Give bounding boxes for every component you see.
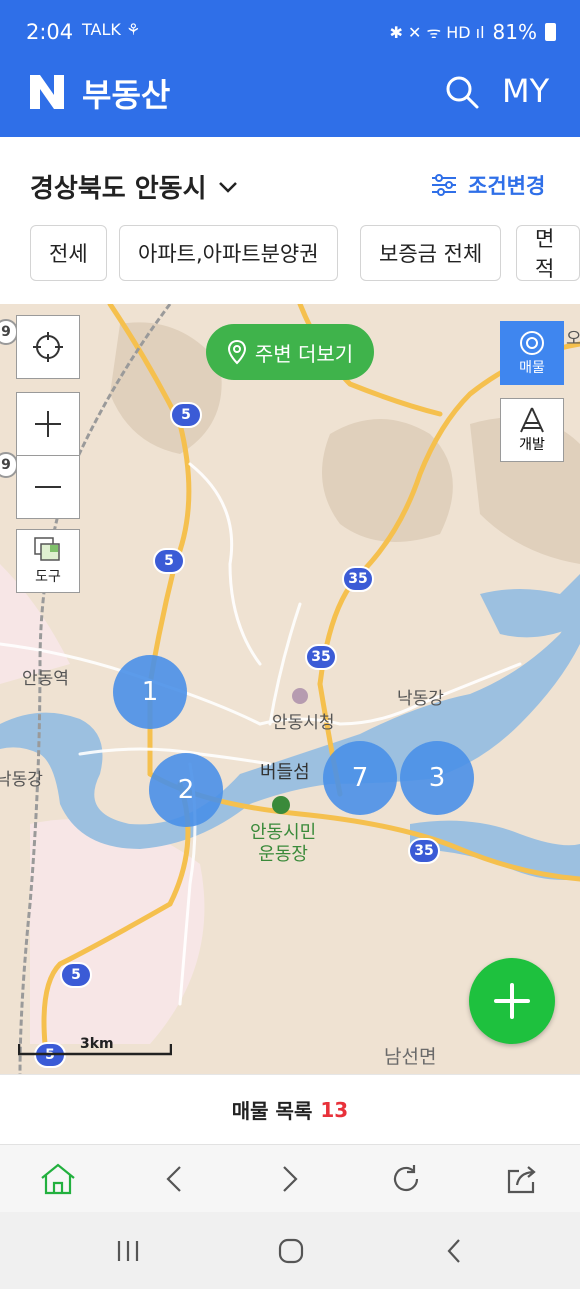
system-back-button[interactable] <box>434 1234 474 1268</box>
zoom-in-button[interactable] <box>16 392 80 456</box>
plus-icon <box>35 411 61 437</box>
home-button[interactable] <box>38 1159 78 1199</box>
share-icon <box>507 1166 536 1194</box>
add-fab-button[interactable] <box>469 958 555 1044</box>
home-icon <box>41 1163 75 1195</box>
recent-apps-button[interactable] <box>108 1234 148 1268</box>
place-nakdong-river-west: 낙동강 <box>0 770 43 790</box>
refresh-icon <box>393 1165 419 1192</box>
filter-chip-area[interactable]: 면적 <box>516 225 580 281</box>
place-stadium: 안동시민 운동장 <box>250 822 317 865</box>
tools-label: 도구 <box>35 569 61 585</box>
chevron-right-icon <box>283 1166 298 1192</box>
layer-development-button[interactable]: 개발 <box>500 398 564 462</box>
place-city-hall: 안동시청 <box>272 713 335 733</box>
crosshair-icon <box>33 332 63 362</box>
recent-apps-icon <box>117 1241 139 1261</box>
layer-listing-button[interactable]: 매물 <box>500 321 564 385</box>
route-35-shield: 35 <box>408 838 440 864</box>
place-nakdong-river-east: 낙동강 <box>397 689 444 709</box>
chevron-left-icon <box>166 1166 181 1192</box>
browser-toolbar <box>0 1144 580 1212</box>
sliders-icon <box>432 174 456 196</box>
share-button[interactable] <box>502 1159 542 1199</box>
signal-icons: ✱ ✕ ᯤ HD ıl <box>389 23 485 42</box>
chevron-down-icon <box>218 181 237 193</box>
back-button[interactable] <box>154 1159 194 1199</box>
my-location-button[interactable] <box>16 315 80 379</box>
listing-cluster[interactable]: 3 <box>400 741 474 815</box>
my-button[interactable]: MY <box>502 72 549 110</box>
forward-button[interactable] <box>270 1159 310 1199</box>
map-background <box>0 304 580 1074</box>
layer-development-label: 개발 <box>519 437 545 453</box>
route-5-shield: 5 <box>60 962 92 988</box>
location-pin-icon <box>227 339 246 365</box>
notification-icons: TALK ⚘ <box>82 20 141 39</box>
map-view[interactable]: 5 5 35 35 35 5 5 9 9 안동역 낙동강 낙동강 안동시청 버들… <box>0 304 580 1074</box>
system-home-button[interactable] <box>271 1234 311 1268</box>
place-beodeulseom: 버들섬 <box>260 762 310 783</box>
filter-chip-property-type[interactable]: 아파트,아파트분양권 <box>119 225 338 281</box>
app-header: 2:04 TALK ⚘ ✱ ✕ ᯤ HD ıl 81% 부동산 MY <box>0 0 580 137</box>
condition-change-button[interactable]: 조건변경 <box>430 170 545 200</box>
route-5-shield: 5 <box>170 402 202 428</box>
search-icon[interactable] <box>444 74 480 110</box>
naver-logo-icon[interactable] <box>28 73 66 111</box>
scale-label: 3km <box>80 1036 114 1052</box>
app-title: 부동산 <box>82 76 171 114</box>
back-arrow-icon <box>447 1239 460 1263</box>
listing-label: 매물 목록 <box>231 1099 313 1123</box>
route-35-shield: 35 <box>342 566 374 592</box>
place-edge-label: 오 <box>566 329 580 349</box>
plus-icon <box>494 983 530 1019</box>
listing-count: 13 <box>320 1097 349 1122</box>
home-circle-icon <box>278 1238 304 1264</box>
target-icon <box>520 331 544 355</box>
tools-button[interactable]: 도구 <box>16 529 80 593</box>
crane-icon <box>520 407 544 433</box>
battery-icon <box>545 23 556 41</box>
refresh-button[interactable] <box>386 1159 426 1199</box>
listing-cluster[interactable]: 1 <box>113 655 187 729</box>
listing-count-bar[interactable]: 매물 목록 13 <box>0 1074 580 1144</box>
listing-cluster[interactable]: 2 <box>149 753 223 827</box>
filter-chip-trade-type[interactable]: 전세 <box>30 225 107 281</box>
minus-icon <box>35 486 61 488</box>
listing-cluster[interactable]: 7 <box>323 741 397 815</box>
route-5-shield: 5 <box>153 548 185 574</box>
system-navigation-bar <box>0 1212 580 1289</box>
condition-change-label: 조건변경 <box>468 174 546 198</box>
place-andong-station: 안동역 <box>22 669 69 689</box>
status-time: 2:04 <box>26 20 74 44</box>
filter-chip-deposit[interactable]: 보증금 전체 <box>360 225 502 281</box>
place-namseon: 남선면 <box>384 1046 437 1068</box>
nearby-more-button[interactable]: 주변 더보기 <box>206 324 374 380</box>
zoom-out-button[interactable] <box>16 455 80 519</box>
nearby-more-label: 주변 더보기 <box>254 341 354 366</box>
layers-icon <box>34 537 60 561</box>
region-label: 경상북도 안동시 <box>30 174 207 204</box>
layer-listing-label: 매물 <box>519 360 545 376</box>
route-35-shield: 35 <box>305 644 337 670</box>
region-selector[interactable]: 경상북도 안동시 <box>30 168 239 205</box>
status-right: ✱ ✕ ᯤ HD ıl 81% <box>390 20 556 44</box>
battery-text: 81% <box>492 20 537 44</box>
